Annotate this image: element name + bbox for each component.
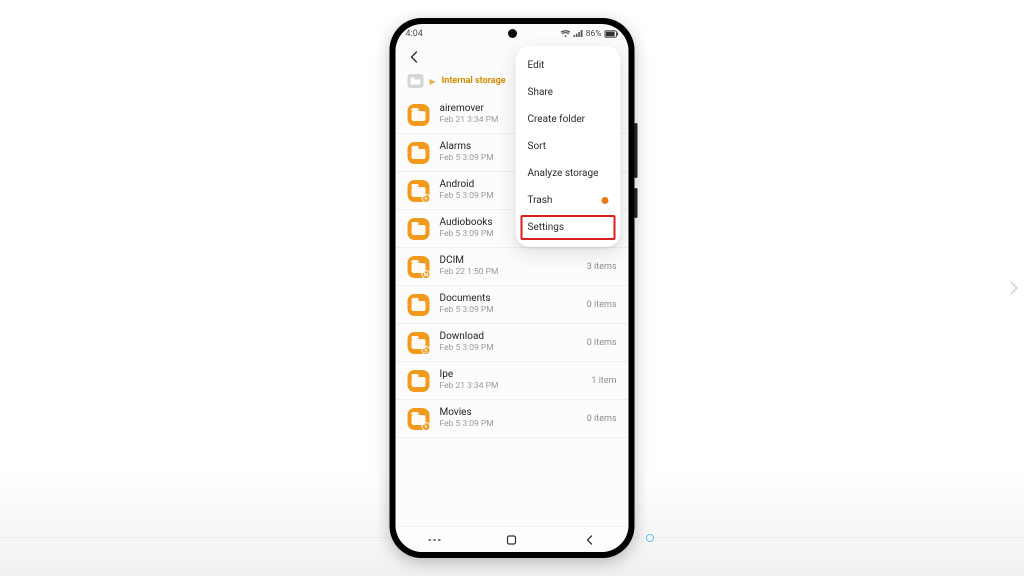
- folder-info: DocumentsFeb 5 3:09 PM: [440, 293, 577, 316]
- battery-percent: 86%: [586, 29, 602, 39]
- folder-info: DownloadFeb 5 3:09 PM: [440, 331, 577, 354]
- volume-button: [635, 123, 638, 178]
- folder-date: Feb 21 3:34 PM: [440, 381, 582, 392]
- menu-item-share[interactable]: Share: [516, 79, 621, 106]
- folder-icon: [408, 256, 430, 278]
- menu-item-label: Trash: [528, 195, 553, 206]
- gallery-next-arrow[interactable]: [1004, 268, 1024, 308]
- folder-name: Movies: [440, 407, 577, 419]
- breadcrumb-label: Internal storage: [442, 76, 506, 86]
- status-time: 4:04: [406, 29, 423, 39]
- back-button[interactable]: [406, 48, 424, 66]
- menu-item-label: Analyze storage: [528, 168, 599, 179]
- nav-back-button[interactable]: [570, 534, 610, 546]
- folder-row[interactable]: MoviesFeb 5 3:09 PM 0 items: [396, 400, 629, 438]
- nav-home-button[interactable]: [492, 534, 532, 546]
- menu-item-create-folder[interactable]: Create folder: [516, 106, 621, 133]
- folder-item-count: 3 items: [587, 262, 617, 272]
- folder-row[interactable]: IpeFeb 21 3:34 PM 1 item: [396, 362, 629, 400]
- decorative-dot: [646, 534, 654, 542]
- menu-item-analyze-storage[interactable]: Analyze storage: [516, 160, 621, 187]
- overflow-menu: Edit Share Create folder Sort Analyze storag…: [516, 46, 621, 247]
- folder-icon: [408, 332, 430, 354]
- folder-item-count: 0 items: [587, 300, 617, 310]
- folder-name: Ipe: [440, 369, 582, 381]
- notification-dot-icon: [602, 197, 609, 204]
- storage-home-icon: [408, 74, 424, 88]
- download-badge-icon: [422, 346, 431, 355]
- folder-icon: [408, 142, 430, 164]
- folder-item-count: 0 items: [587, 338, 617, 348]
- menu-item-label: Settings: [528, 222, 565, 233]
- folder-name: Download: [440, 331, 577, 343]
- folder-info: DCIMFeb 22 1:50 PM: [440, 255, 577, 278]
- folder-name: DCIM: [440, 255, 577, 267]
- gear-badge-icon: [422, 194, 431, 203]
- folder-icon: [408, 180, 430, 202]
- folder-date: Feb 5 3:09 PM: [440, 419, 577, 430]
- folder-icon: [408, 294, 430, 316]
- status-indicators: 86%: [561, 29, 619, 39]
- menu-item-label: Create folder: [528, 114, 586, 125]
- folder-info: IpeFeb 21 3:34 PM: [440, 369, 582, 392]
- folder-icon: [408, 104, 430, 126]
- folder-row[interactable]: DocumentsFeb 5 3:09 PM 0 items: [396, 286, 629, 324]
- menu-item-settings[interactable]: Settings: [520, 214, 617, 241]
- folder-icon: [408, 218, 430, 240]
- folder-name: Documents: [440, 293, 577, 305]
- nav-recents-button[interactable]: [414, 535, 454, 545]
- folder-item-count: 1 item: [591, 376, 616, 386]
- menu-item-label: Edit: [528, 60, 545, 71]
- phone-frame: 4:04 86%: [390, 18, 635, 558]
- battery-icon: [605, 30, 619, 38]
- signal-icon: [574, 30, 583, 38]
- breadcrumb-caret-icon: ▶: [430, 77, 436, 86]
- navigation-bar: [396, 526, 629, 552]
- wifi-icon: [561, 30, 571, 38]
- folder-date: Feb 5 3:09 PM: [440, 343, 577, 354]
- menu-item-trash[interactable]: Trash: [516, 187, 621, 214]
- folder-item-count: 0 items: [587, 414, 617, 424]
- folder-row[interactable]: DownloadFeb 5 3:09 PM 0 items: [396, 324, 629, 362]
- folder-date: Feb 22 1:50 PM: [440, 267, 577, 278]
- power-button: [635, 188, 638, 218]
- folder-icon: [408, 408, 430, 430]
- phone-screen: 4:04 86%: [396, 24, 629, 552]
- menu-item-sort[interactable]: Sort: [516, 133, 621, 160]
- camera-badge-icon: [422, 270, 431, 279]
- folder-icon: [408, 370, 430, 392]
- menu-item-label: Share: [528, 87, 553, 98]
- menu-item-edit[interactable]: Edit: [516, 52, 621, 79]
- folder-date: Feb 5 3:09 PM: [440, 305, 577, 316]
- front-camera: [508, 29, 517, 38]
- folder-info: MoviesFeb 5 3:09 PM: [440, 407, 577, 430]
- play-badge-icon: [422, 422, 431, 431]
- folder-row[interactable]: DCIMFeb 22 1:50 PM 3 items: [396, 248, 629, 286]
- menu-item-label: Sort: [528, 141, 547, 152]
